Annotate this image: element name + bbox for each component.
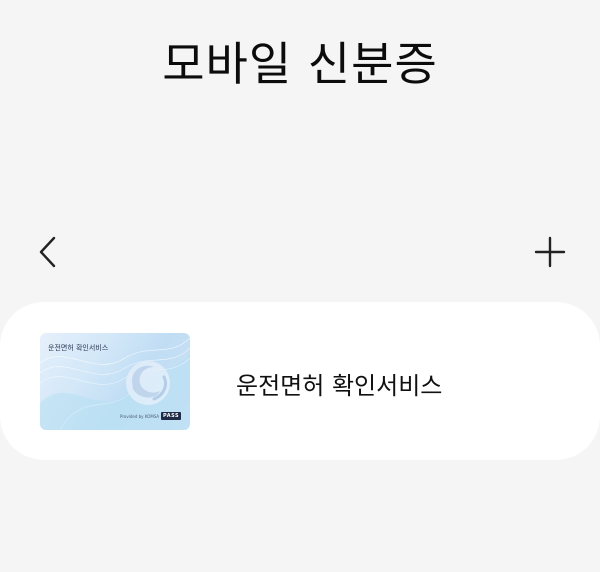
page-title: 모바일 신분증 bbox=[162, 37, 438, 91]
thumbnail-title: 운전면허 확인서비스 bbox=[48, 344, 109, 352]
id-card-item[interactable]: 운전면허 확인서비스 Provided by KOMSA PASS 운전면허 확… bbox=[0, 302, 600, 460]
id-card-thumbnail: 운전면허 확인서비스 Provided by KOMSA PASS bbox=[40, 333, 190, 430]
pass-badge: PASS bbox=[161, 412, 182, 420]
add-button[interactable] bbox=[528, 230, 572, 274]
id-card-label: 운전면허 확인서비스 bbox=[236, 372, 443, 400]
back-button[interactable] bbox=[26, 230, 70, 274]
plus-icon bbox=[534, 236, 566, 268]
thumbnail-provider: Provided by KOMSA bbox=[120, 414, 160, 419]
chevron-left-icon bbox=[39, 236, 56, 268]
